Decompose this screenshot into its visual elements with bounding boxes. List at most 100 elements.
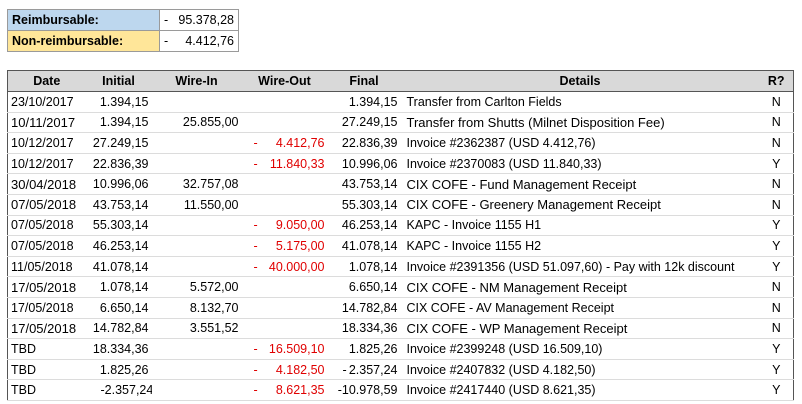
cell-details[interactable]: KAPC - Invoice 1155 H1 xyxy=(400,215,760,237)
cell-wire-in[interactable]: 32.757,08 xyxy=(151,173,242,195)
cell-date[interactable]: 10/12/2017 xyxy=(7,132,86,154)
cell-wire-out[interactable]: - 9.050,00 xyxy=(241,215,328,237)
cell-initial[interactable]: 27.249,15 xyxy=(85,132,152,154)
cell-wire-in[interactable] xyxy=(151,235,242,257)
cell-details[interactable]: Invoice #2399248 (USD 16.509,10) xyxy=(400,338,760,360)
cell-wire-out[interactable]: - 4.412,76 xyxy=(241,132,328,154)
cell-wire-in[interactable] xyxy=(151,256,242,278)
cell-date[interactable]: 10/11/2017 xyxy=(7,112,86,134)
cell-final[interactable]: 46.253,14 xyxy=(327,215,401,237)
cell-final[interactable]: 55.303,14 xyxy=(327,194,401,216)
cell-final[interactable]: 1.078,14 xyxy=(327,256,401,278)
cell-wire-in[interactable] xyxy=(151,215,242,237)
cell-date[interactable]: 17/05/2018 xyxy=(7,318,86,340)
cell-wire-in[interactable]: 8.132,70 xyxy=(151,297,242,319)
cell-reimbursable-flag[interactable]: Y xyxy=(759,256,794,278)
cell-details[interactable]: Invoice #2391356 (USD 51.097,60) - Pay w… xyxy=(400,256,760,278)
header-final[interactable]: Final xyxy=(327,70,401,92)
cell-reimbursable-flag[interactable]: Y xyxy=(759,235,794,257)
cell-date[interactable]: 11/05/2018 xyxy=(7,256,86,278)
header-date[interactable]: Date xyxy=(7,70,86,92)
header-wire-out[interactable]: Wire-Out xyxy=(241,70,328,92)
cell-date[interactable]: TBD xyxy=(7,338,86,360)
cell-details[interactable]: Transfer from Shutts (Milnet Disposition… xyxy=(400,112,760,134)
cell-wire-in[interactable] xyxy=(151,153,242,175)
cell-initial[interactable]: 1.825,26 xyxy=(85,359,152,381)
cell-final[interactable]: 1.825,26 xyxy=(327,338,401,360)
cell-initial[interactable]: 1.078,14 xyxy=(85,276,152,298)
cell-initial[interactable]: 18.334,36 xyxy=(85,338,152,360)
cell-details[interactable]: KAPC - Invoice 1155 H2 xyxy=(400,235,760,257)
cell-wire-out[interactable]: -16.509,10 xyxy=(241,338,328,360)
cell-wire-in[interactable] xyxy=(151,379,242,401)
cell-date[interactable]: TBD xyxy=(7,359,86,381)
cell-final[interactable]: 10.996,06 xyxy=(327,153,401,175)
cell-initial[interactable]: 55.303,14 xyxy=(85,215,152,237)
cell-wire-in[interactable]: 25.855,00 xyxy=(151,112,242,134)
cell-final[interactable]: -2.357,24 xyxy=(327,359,401,381)
cell-reimbursable-flag[interactable]: N xyxy=(759,276,794,298)
cell-wire-out[interactable] xyxy=(241,297,328,319)
cell-wire-in[interactable]: 11.550,00 xyxy=(151,194,242,216)
cell-reimbursable-flag[interactable]: Y xyxy=(759,215,794,237)
cell-date[interactable]: 07/05/2018 xyxy=(7,215,86,237)
cell-initial[interactable]: 46.253,14 xyxy=(85,235,152,257)
cell-initial[interactable]: -2.357,24 xyxy=(85,379,152,401)
cell-details[interactable]: CIX COFE - Greenery Management Receipt xyxy=(400,194,760,216)
cell-initial[interactable]: 41.078,14 xyxy=(85,256,152,278)
cell-final[interactable]: 27.249,15 xyxy=(327,112,401,134)
cell-initial[interactable]: 1.394,15 xyxy=(85,91,152,113)
cell-details[interactable]: CIX COFE - Fund Management Receipt xyxy=(400,173,760,195)
cell-initial[interactable]: 22.836,39 xyxy=(85,153,152,175)
reimbursable-value-cell[interactable]: -95.378,28 xyxy=(159,9,239,31)
cell-reimbursable-flag[interactable]: Y xyxy=(759,359,794,381)
cell-wire-in[interactable] xyxy=(151,132,242,154)
cell-wire-in[interactable]: 5.572,00 xyxy=(151,276,242,298)
cell-final[interactable]: 43.753,14 xyxy=(327,173,401,195)
cell-final[interactable]: 22.836,39 xyxy=(327,132,401,154)
cell-details[interactable]: Invoice #2417440 (USD 8.621,35) xyxy=(400,379,760,401)
cell-reimbursable-flag[interactable]: Y xyxy=(759,338,794,360)
cell-details[interactable]: Invoice #2362387 (USD 4.412,76) xyxy=(400,132,760,154)
cell-wire-in[interactable]: 3.551,52 xyxy=(151,318,242,340)
cell-reimbursable-flag[interactable]: Y xyxy=(759,379,794,401)
cell-final[interactable]: 14.782,84 xyxy=(327,297,401,319)
cell-reimbursable-flag[interactable]: N xyxy=(759,194,794,216)
cell-wire-out[interactable] xyxy=(241,173,328,195)
cell-initial[interactable]: 10.996,06 xyxy=(85,173,152,195)
cell-details[interactable]: Transfer from Carlton Fields xyxy=(400,91,760,113)
cell-date[interactable]: 07/05/2018 xyxy=(7,235,86,257)
cell-reimbursable-flag[interactable]: N xyxy=(759,132,794,154)
cell-final[interactable]: 6.650,14 xyxy=(327,276,401,298)
cell-details[interactable]: Invoice #2407832 (USD 4.182,50) xyxy=(400,359,760,381)
cell-wire-in[interactable] xyxy=(151,91,242,113)
cell-final[interactable]: 41.078,14 xyxy=(327,235,401,257)
non-reimbursable-label[interactable]: Non-reimbursable: xyxy=(7,30,160,52)
cell-date[interactable]: 30/04/2018 xyxy=(7,173,86,195)
header-wire-in[interactable]: Wire-In xyxy=(151,70,242,92)
cell-final[interactable]: 18.334,36 xyxy=(327,318,401,340)
cell-details[interactable]: CIX COFE - WP Management Receipt xyxy=(400,318,760,340)
header-r[interactable]: R? xyxy=(759,70,794,92)
cell-final[interactable]: 1.394,15 xyxy=(327,91,401,113)
cell-wire-out[interactable]: -11.840,33 xyxy=(241,153,328,175)
cell-reimbursable-flag[interactable]: N xyxy=(759,112,794,134)
reimbursable-label[interactable]: Reimbursable: xyxy=(7,9,160,31)
cell-wire-out[interactable]: - 5.175,00 xyxy=(241,235,328,257)
cell-date[interactable]: 17/05/2018 xyxy=(7,297,86,319)
cell-details[interactable]: Invoice #2370083 (USD 11.840,33) xyxy=(400,153,760,175)
cell-wire-out[interactable]: -40.000,00 xyxy=(241,256,328,278)
header-initial[interactable]: Initial xyxy=(85,70,152,92)
cell-details[interactable]: CIX COFE - AV Management Receipt xyxy=(400,297,760,319)
cell-wire-out[interactable]: - 4.182,50 xyxy=(241,359,328,381)
cell-wire-out[interactable] xyxy=(241,276,328,298)
cell-initial[interactable]: 1.394,15 xyxy=(85,112,152,134)
cell-reimbursable-flag[interactable]: N xyxy=(759,318,794,340)
cell-initial[interactable]: 14.782,84 xyxy=(85,318,152,340)
cell-wire-in[interactable] xyxy=(151,359,242,381)
cell-wire-out[interactable] xyxy=(241,112,328,134)
cell-initial[interactable]: 43.753,14 xyxy=(85,194,152,216)
non-reimbursable-value-cell[interactable]: - 4.412,76 xyxy=(159,30,239,52)
cell-date[interactable]: 17/05/2018 xyxy=(7,276,86,298)
cell-date[interactable]: 23/10/2017 xyxy=(7,91,86,113)
